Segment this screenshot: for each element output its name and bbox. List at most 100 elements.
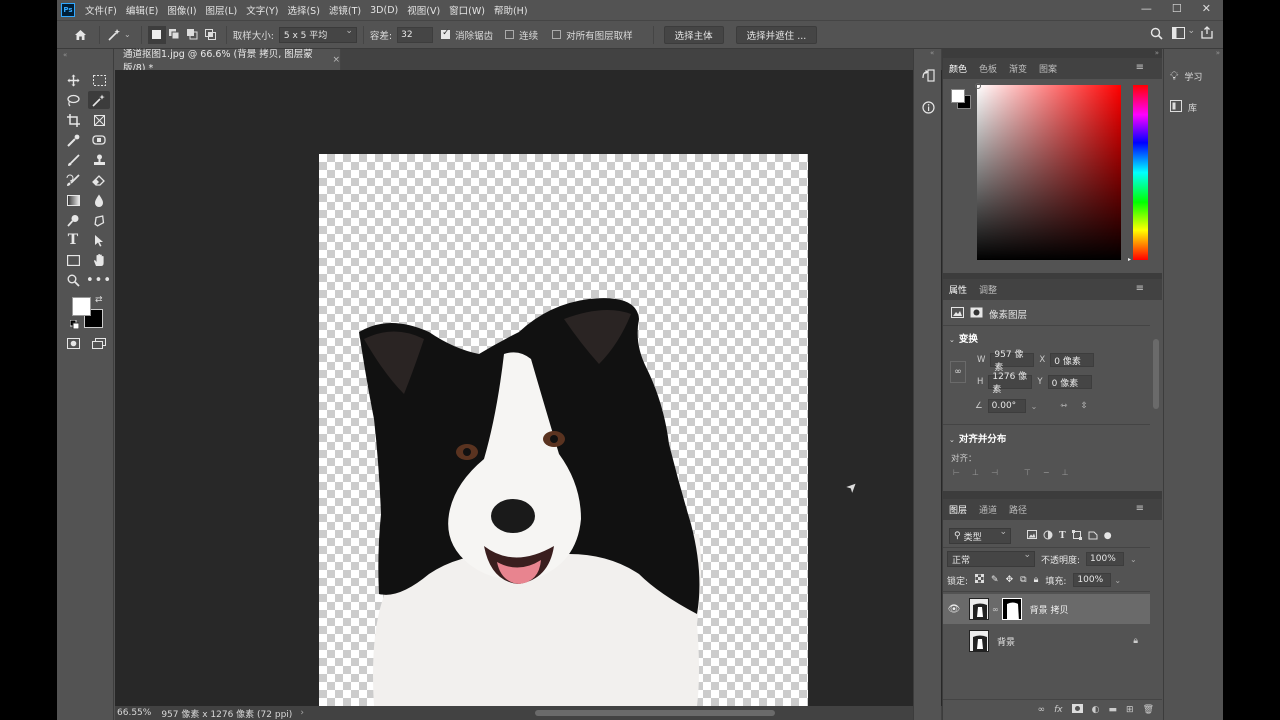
opacity-input[interactable]: 100%: [1086, 552, 1125, 566]
align-right-icon[interactable]: ⊣: [991, 468, 998, 477]
align-center-icon[interactable]: ⊥: [972, 468, 979, 477]
layer-row-background[interactable]: 背景 🔒︎: [943, 626, 1150, 656]
filter-toggle-icon[interactable]: ●: [1104, 531, 1112, 541]
lock-pixels-icon[interactable]: ✎: [991, 575, 999, 585]
magic-wand-preset-icon[interactable]: [106, 26, 124, 44]
quick-mask-icon[interactable]: [62, 334, 84, 352]
brush-tool-icon[interactable]: [62, 151, 84, 169]
properties-scrollbar[interactable]: [1153, 339, 1159, 409]
blur-tool-icon[interactable]: [88, 191, 110, 209]
select-and-mask-button[interactable]: 选择并遮住 ...: [735, 25, 818, 44]
hue-slider-handle-icon[interactable]: ▸: [1128, 256, 1131, 263]
new-selection-icon[interactable]: [147, 25, 166, 44]
height-input[interactable]: 1276 像素: [988, 372, 1033, 395]
history-panel-icon[interactable]: [918, 65, 938, 85]
opacity-dropdown-icon[interactable]: ⌄: [1130, 555, 1137, 564]
sample-all-layers-checkbox[interactable]: [552, 30, 562, 39]
foreground-color-swatch[interactable]: [72, 297, 91, 316]
eraser-tool-icon[interactable]: [88, 171, 110, 189]
filter-type-icon[interactable]: T: [1059, 531, 1066, 541]
new-layer-icon[interactable]: ⊞: [1126, 705, 1134, 715]
close-button[interactable]: ✕: [1202, 2, 1211, 15]
filter-shape-icon[interactable]: [1071, 529, 1082, 543]
collapse-right-panels-icon[interactable]: »: [1155, 49, 1159, 57]
collapse-learn-icon[interactable]: »: [1216, 49, 1220, 57]
layers-panel-menu-icon[interactable]: ≡: [1136, 503, 1144, 514]
layer-style-icon[interactable]: fx: [1054, 705, 1063, 715]
flip-vertical-icon[interactable]: ⇳: [1080, 401, 1087, 411]
align-distribute-section[interactable]: ⌄ 对齐并分布: [949, 431, 1006, 445]
chevron-down-icon[interactable]: ⌄: [124, 30, 131, 39]
default-colors-icon[interactable]: [69, 319, 80, 332]
layer-mask-thumbnail[interactable]: [1001, 598, 1022, 620]
layer-filter-dropdown[interactable]: ⚲ 类型: [949, 527, 1011, 544]
info-panel-icon[interactable]: [918, 97, 938, 117]
filter-pixel-icon[interactable]: [1027, 530, 1037, 542]
layer-name[interactable]: 背景: [997, 635, 1015, 648]
search-icon[interactable]: [1150, 27, 1163, 43]
menu-type[interactable]: 文字(Y): [246, 3, 278, 17]
home-icon[interactable]: [71, 26, 89, 44]
y-input[interactable]: 0 像素: [1047, 375, 1092, 389]
screen-mode-icon[interactable]: [88, 334, 110, 352]
expand-panels-icon[interactable]: «: [930, 49, 934, 57]
lock-artboard-icon[interactable]: ⧉: [1020, 575, 1026, 585]
select-subject-button[interactable]: 选择主体: [663, 25, 724, 44]
rectangle-tool-icon[interactable]: [62, 251, 84, 269]
new-adjustment-layer-icon[interactable]: ◐: [1092, 705, 1100, 715]
close-tab-icon[interactable]: ×: [332, 55, 340, 65]
document-canvas[interactable]: [319, 154, 808, 706]
menu-window[interactable]: 窗口(W): [449, 3, 485, 17]
menu-layer[interactable]: 图层(L): [206, 3, 238, 17]
magic-wand-tool-icon[interactable]: [88, 91, 110, 109]
crop-tool-icon[interactable]: [62, 111, 84, 129]
workspace-icon[interactable]: [1172, 27, 1185, 42]
color-picker-handle[interactable]: [975, 83, 981, 89]
canvas-area[interactable]: ➤: [115, 70, 952, 706]
layer-visibility-eye-icon[interactable]: 👁︎: [943, 604, 965, 615]
angle-dropdown-icon[interactable]: ⌄: [1031, 402, 1038, 411]
status-expand-icon[interactable]: ›: [300, 708, 304, 718]
marquee-tool-icon[interactable]: [88, 71, 110, 89]
hue-slider[interactable]: [1133, 85, 1148, 260]
zoom-level[interactable]: 66.55%: [117, 708, 151, 718]
zoom-tool-icon[interactable]: [62, 271, 84, 289]
history-brush-tool-icon[interactable]: [62, 171, 84, 189]
menu-select[interactable]: 选择(S): [287, 3, 319, 17]
menu-image[interactable]: 图像(I): [167, 3, 196, 17]
properties-panel-menu-icon[interactable]: ≡: [1136, 283, 1144, 294]
path-selection-tool-icon[interactable]: [88, 231, 110, 249]
color-panel-foreground-swatch[interactable]: [951, 89, 965, 103]
x-input[interactable]: 0 像素: [1050, 353, 1095, 367]
new-group-icon[interactable]: ▬: [1109, 705, 1118, 715]
gradient-tool-icon[interactable]: [62, 191, 84, 209]
learn-button[interactable]: 💡︎ 学习: [1170, 69, 1202, 84]
filter-adjustment-icon[interactable]: [1043, 530, 1053, 543]
transform-section[interactable]: ⌄ 变换: [949, 331, 978, 345]
tab-properties[interactable]: 属性: [949, 283, 967, 296]
tab-patterns[interactable]: 图案: [1039, 62, 1057, 75]
contiguous-checkbox[interactable]: [505, 30, 515, 39]
link-layers-icon[interactable]: ∞: [1038, 705, 1046, 715]
layer-name[interactable]: 背景 拷贝: [1030, 603, 1069, 616]
swap-colors-icon[interactable]: ⇄: [95, 295, 103, 305]
clone-stamp-tool-icon[interactable]: [88, 151, 110, 169]
layer-visibility-toggle[interactable]: [943, 634, 965, 648]
eyedropper-tool-icon[interactable]: [62, 131, 84, 149]
lock-transparent-icon[interactable]: [974, 573, 985, 586]
menu-help[interactable]: 帮助(H): [494, 3, 528, 17]
sample-size-dropdown[interactable]: 5 x 5 平均: [278, 26, 357, 43]
align-middle-icon[interactable]: −: [1043, 468, 1050, 477]
subtract-selection-icon[interactable]: [184, 26, 202, 44]
menu-filter[interactable]: 滤镜(T): [329, 3, 361, 17]
tab-paths[interactable]: 路径: [1009, 503, 1027, 516]
lasso-tool-icon[interactable]: [62, 91, 84, 109]
type-tool-icon[interactable]: T: [62, 231, 84, 249]
menu-view[interactable]: 视图(V): [407, 3, 440, 17]
document-tab[interactable]: 通道抠图1.jpg @ 66.6% (背景 拷贝, 图层蒙版/8) * ×: [115, 49, 341, 74]
frame-tool-icon[interactable]: [88, 111, 110, 129]
move-tool-icon[interactable]: [62, 71, 84, 89]
add-mask-icon[interactable]: [1071, 704, 1083, 716]
spot-healing-tool-icon[interactable]: [88, 131, 110, 149]
fill-dropdown-icon[interactable]: ⌄: [1114, 576, 1121, 585]
